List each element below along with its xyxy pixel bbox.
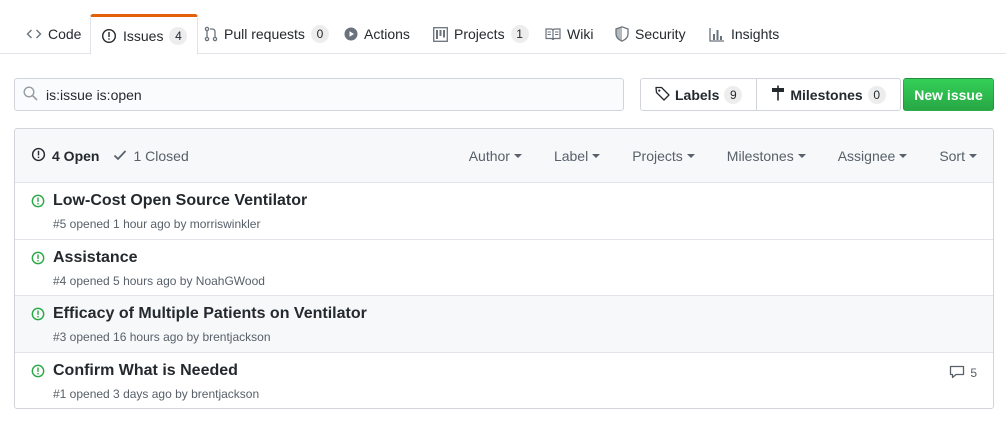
filter-label: Milestones <box>726 148 794 164</box>
milestones-filter[interactable]: Milestones <box>727 148 806 164</box>
labels-milestones-group: Labels 9 Milestones 0 <box>640 78 901 111</box>
tab-label: Code <box>48 26 82 42</box>
caret-down-icon <box>899 154 908 158</box>
new-issue-button[interactable]: New issue <box>903 78 994 111</box>
issue-filters: Author Label Projects Milestones Assigne… <box>469 129 977 183</box>
project-icon <box>433 26 448 42</box>
issue-title-link[interactable]: Efficacy of Multiple Patients on Ventila… <box>53 305 367 323</box>
issue-row[interactable]: Efficacy of Multiple Patients on Ventila… <box>15 296 993 353</box>
caret-down-icon <box>513 154 522 158</box>
search-icon <box>23 85 38 104</box>
issue-opened-icon <box>101 28 117 44</box>
milestones-button[interactable]: Milestones 0 <box>756 79 899 110</box>
issue-row[interactable]: Assistance #4 opened 5 hours ago by Noah… <box>15 240 993 296</box>
repo-tab-nav: Code Issues 4 Pull requests 0 Actions Pr… <box>0 0 1006 55</box>
issue-opened-icon <box>31 364 45 381</box>
sort-filter[interactable]: Sort <box>939 148 977 164</box>
open-issues-filter[interactable]: 4 Open <box>31 147 99 165</box>
issue-row[interactable]: Confirm What is Needed #1 opened 3 days … <box>15 353 993 409</box>
git-pull-request-icon <box>204 26 218 42</box>
issue-title-link[interactable]: Confirm What is Needed <box>53 362 238 380</box>
code-icon <box>26 26 42 42</box>
issue-opened-icon <box>31 307 45 324</box>
caret-down-icon <box>592 154 601 158</box>
comment-icon <box>949 365 965 382</box>
tab-label: Actions <box>364 26 410 42</box>
tab-pull-requests[interactable]: Pull requests 0 <box>194 14 339 54</box>
filter-label: Author <box>468 148 510 164</box>
graph-icon <box>709 27 725 42</box>
filter-label: Assignee <box>837 148 896 164</box>
issues-counter: 4 <box>169 26 188 45</box>
tab-label: Insights <box>731 26 780 42</box>
author-filter[interactable]: Author <box>469 148 522 164</box>
caret-down-icon <box>969 154 977 158</box>
pull-requests-counter: 0 <box>310 25 329 43</box>
issues-list-header: 4 Open 1 Closed Author Label Projects Mi… <box>15 129 993 183</box>
projects-filter[interactable]: Projects <box>632 148 695 164</box>
milestones-counter: 0 <box>867 85 886 104</box>
tag-icon <box>655 86 670 104</box>
tab-label: Pull requests <box>224 26 305 42</box>
caret-down-icon <box>686 154 695 158</box>
issue-search-box <box>14 78 624 111</box>
issue-meta: #3 opened 16 hours ago by brentjackson <box>53 330 271 344</box>
tab-label: Projects <box>454 26 505 42</box>
milestone-icon <box>771 85 785 104</box>
issue-opened-icon <box>31 147 46 165</box>
filter-label: Sort <box>939 148 965 164</box>
issues-list-box: 4 Open 1 Closed Author Label Projects Mi… <box>14 128 994 409</box>
projects-counter: 1 <box>510 25 529 43</box>
play-icon <box>344 27 358 41</box>
tab-insights[interactable]: Insights <box>699 14 789 54</box>
closed-count-label: 1 Closed <box>133 147 189 164</box>
assignee-filter[interactable]: Assignee <box>838 148 908 164</box>
issue-meta: #4 opened 5 hours ago by NoahGWood <box>53 273 265 288</box>
search-input[interactable] <box>46 86 606 103</box>
issue-title-link[interactable]: Assistance <box>53 249 138 267</box>
tab-label: Issues <box>123 27 164 44</box>
tab-wiki[interactable]: Wiki <box>535 14 603 54</box>
tab-projects[interactable]: Projects 1 <box>423 14 539 54</box>
book-icon <box>545 27 561 41</box>
issue-title-link[interactable]: Low-Cost Open Source Ventilator <box>53 192 307 210</box>
comment-count: 5 <box>970 366 977 380</box>
filter-label: Projects <box>632 148 683 164</box>
filter-label: Label <box>553 148 589 164</box>
tab-actions[interactable]: Actions <box>334 14 420 54</box>
labels-counter: 9 <box>724 85 743 104</box>
open-count-label: 4 Open <box>52 147 100 164</box>
milestones-button-label: Milestones <box>790 86 863 103</box>
tab-issues[interactable]: Issues 4 <box>90 14 199 55</box>
comments-link[interactable]: 5 <box>949 365 977 382</box>
issue-meta: #5 opened 1 hour ago by morriswinkler <box>53 217 261 231</box>
labels-button-label: Labels <box>675 86 720 103</box>
issue-opened-icon <box>31 251 45 268</box>
tab-label: Security <box>635 26 686 42</box>
caret-down-icon <box>797 154 806 158</box>
check-icon <box>113 148 127 164</box>
issue-opened-icon <box>31 194 45 211</box>
closed-issues-filter[interactable]: 1 Closed <box>113 147 189 164</box>
tab-security[interactable]: Security <box>605 14 696 54</box>
issue-row[interactable]: Low-Cost Open Source Ventilator #5 opene… <box>15 183 993 240</box>
tab-code[interactable]: Code <box>16 14 91 54</box>
issue-meta: #1 opened 3 days ago by brentjackson <box>53 386 260 401</box>
label-filter[interactable]: Label <box>553 148 601 164</box>
tab-label: Wiki <box>567 26 594 42</box>
labels-button[interactable]: Labels 9 <box>641 79 756 110</box>
shield-icon <box>615 26 629 42</box>
